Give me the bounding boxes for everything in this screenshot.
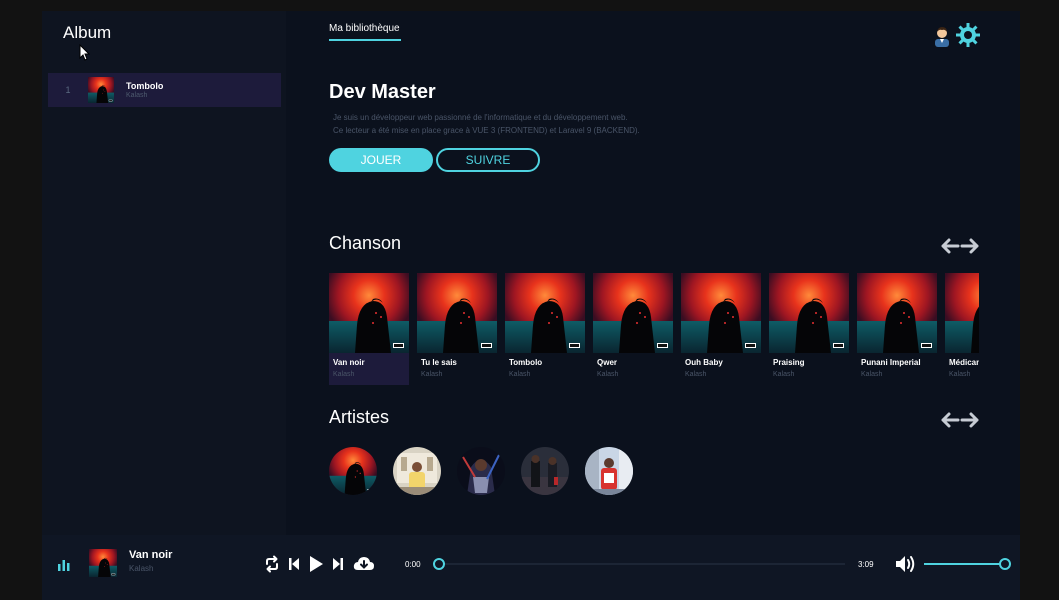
song-title: Punani Imperial (861, 358, 921, 367)
follow-button[interactable]: SUIVRE (436, 148, 540, 172)
tab-library[interactable]: Ma bibliothèque (329, 23, 400, 34)
arrow-left-icon[interactable] (941, 412, 960, 428)
song-artist: Kalash (509, 371, 531, 378)
artist-avatar[interactable] (585, 447, 633, 495)
duration: 3:09 (858, 560, 874, 569)
app-window: Album 1 Tombolo Kalash Ma bibliothèque D… (42, 11, 1020, 600)
cursor-icon (79, 44, 90, 61)
song-artist: Kalash (685, 371, 707, 378)
song-cover (505, 273, 585, 353)
song-cover (681, 273, 761, 353)
song-cover (593, 273, 673, 353)
artist-avatar[interactable] (457, 447, 505, 495)
song-card[interactable]: Qwer Kalash (593, 273, 673, 385)
song-artist: Kalash (949, 371, 971, 378)
now-playing-artist: Kalash (129, 564, 154, 573)
song-title: Van noir (333, 358, 365, 367)
equalizer-icon (58, 560, 70, 571)
profile-name: Dev Master (329, 81, 436, 103)
sidebar: Album 1 Tombolo Kalash (42, 11, 286, 535)
cloud-download-icon[interactable] (353, 555, 375, 573)
play-icon[interactable] (308, 555, 324, 573)
volume-slider[interactable] (924, 563, 1004, 565)
main-content: Ma bibliothèque Dev Master Je suis un dé… (286, 11, 1020, 535)
now-playing-thumbnail (89, 549, 117, 577)
song-title: Qwer (597, 358, 618, 367)
play-button[interactable]: JOUER (329, 148, 433, 172)
song-title: Tombolo (509, 358, 543, 367)
player-bar: Van noir Kalash 0:00 3:09 (42, 535, 1020, 600)
artist-avatar[interactable] (329, 447, 377, 495)
album-thumbnail (88, 77, 114, 103)
volume-handle[interactable] (999, 558, 1011, 570)
repeat-icon[interactable] (264, 555, 280, 573)
song-title: Ouh Baby (685, 358, 723, 367)
progress-handle[interactable] (433, 558, 445, 570)
song-cover (769, 273, 849, 353)
song-card[interactable]: Médicament Kalash (945, 273, 979, 385)
tab-active-indicator (329, 39, 401, 41)
sidebar-title: Album (63, 23, 112, 42)
songs-carousel: Van noir Kalash Tu le sais Kalash Tombol… (329, 273, 979, 385)
next-icon[interactable] (332, 555, 344, 573)
artist-avatar[interactable] (393, 447, 441, 495)
song-title: Praising (773, 358, 805, 367)
song-artist: Kalash (773, 371, 795, 378)
previous-icon[interactable] (288, 555, 300, 573)
song-cover (945, 273, 979, 353)
artists-carousel (329, 447, 729, 497)
artists-section-title: Artistes (329, 407, 390, 427)
song-card[interactable]: Tu le sais Kalash (417, 273, 497, 385)
artist-avatar[interactable] (521, 447, 569, 495)
song-cover (417, 273, 497, 353)
arrow-right-icon[interactable] (960, 238, 979, 254)
song-card[interactable]: Praising Kalash (769, 273, 849, 385)
profile-description: Je suis un développeur web passionné de … (333, 111, 713, 137)
song-card[interactable]: Van noir Kalash (329, 273, 409, 385)
song-artist: Kalash (421, 371, 443, 378)
songs-carousel-arrows (941, 238, 979, 254)
profile-description-line: Je suis un développeur web passionné de … (333, 113, 628, 122)
song-title: Tu le sais (421, 358, 457, 367)
gear-icon[interactable] (956, 23, 980, 47)
artists-carousel-arrows (941, 412, 979, 428)
song-artist: Kalash (333, 371, 355, 378)
progress-bar[interactable] (437, 563, 845, 565)
album-list-item[interactable]: 1 Tombolo Kalash (48, 73, 281, 107)
song-artist: Kalash (861, 371, 883, 378)
current-time: 0:00 (405, 560, 421, 569)
song-artist: Kalash (597, 371, 619, 378)
song-card[interactable]: Ouh Baby Kalash (681, 273, 761, 385)
album-title: Tombolo (126, 81, 164, 91)
song-cover (329, 273, 409, 353)
volume-level (924, 563, 1004, 565)
song-card[interactable]: Punani Imperial Kalash (857, 273, 937, 385)
arrow-right-icon[interactable] (960, 412, 979, 428)
song-title: Médicament (949, 358, 979, 367)
song-card[interactable]: Tombolo Kalash (505, 273, 585, 385)
arrow-left-icon[interactable] (941, 238, 960, 254)
songs-section-title: Chanson (329, 233, 402, 253)
volume-icon[interactable] (894, 553, 918, 575)
now-playing-title: Van noir (129, 549, 173, 561)
album-artist: Kalash (126, 92, 148, 99)
user-icon[interactable] (932, 25, 952, 47)
song-cover (857, 273, 937, 353)
profile-description-line: Ce lecteur a été mise en place grace à V… (333, 126, 640, 135)
album-index: 1 (65, 85, 71, 95)
